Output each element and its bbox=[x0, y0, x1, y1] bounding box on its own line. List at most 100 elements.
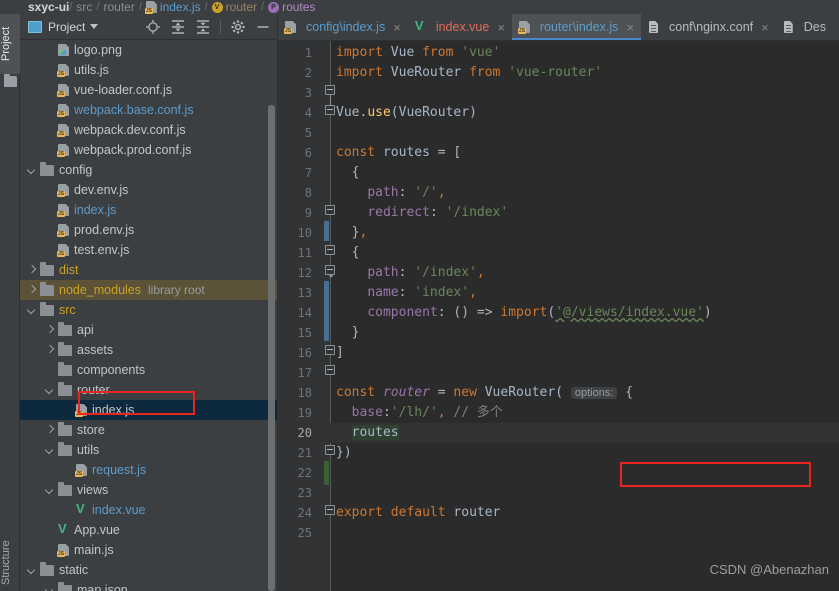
close-icon[interactable]: × bbox=[761, 21, 769, 34]
code-line[interactable]: 14 component: () => import('@/views/inde… bbox=[278, 303, 839, 323]
tree-item-request-js[interactable]: request.js bbox=[20, 460, 278, 480]
tree-item-assets[interactable]: assets bbox=[20, 340, 278, 360]
hide-panel-icon[interactable] bbox=[255, 19, 271, 35]
project-tree-scrollbar[interactable] bbox=[268, 105, 275, 591]
editor-tab-conf-nginx-conf[interactable]: conf\nginx.conf× bbox=[641, 14, 776, 40]
tree-item-views[interactable]: views bbox=[20, 480, 278, 500]
chevron-down-icon[interactable] bbox=[26, 564, 38, 576]
chevron-right-icon[interactable] bbox=[26, 284, 38, 296]
code-line[interactable]: 25 bbox=[278, 523, 839, 543]
fold-marker[interactable] bbox=[325, 365, 336, 376]
fold-marker[interactable] bbox=[325, 205, 336, 216]
chevron-right-icon[interactable] bbox=[44, 424, 56, 436]
tree-item-static[interactable]: static bbox=[20, 560, 278, 580]
fold-marker[interactable] bbox=[325, 245, 336, 256]
tree-item-store[interactable]: store bbox=[20, 420, 278, 440]
chevron-down-icon[interactable] bbox=[44, 384, 56, 396]
code-line[interactable]: 22 bbox=[278, 463, 839, 483]
breadcrumb-item-router[interactable]: router bbox=[103, 0, 134, 14]
fold-marker[interactable] bbox=[325, 265, 336, 276]
collapse-all-icon[interactable] bbox=[195, 19, 211, 35]
editor-tab-router-index-js[interactable]: router\index.js× bbox=[512, 14, 641, 40]
toolwindow-button-structure[interactable]: Structure bbox=[0, 534, 20, 591]
change-marker[interactable] bbox=[324, 281, 329, 341]
tree-item-src[interactable]: src bbox=[20, 300, 278, 320]
code-line[interactable]: 6const routes = [ bbox=[278, 143, 839, 163]
change-marker-added[interactable] bbox=[324, 481, 329, 485]
editor-tab-bar[interactable]: config\index.js×index.vue×router\index.j… bbox=[278, 14, 839, 41]
fold-marker[interactable] bbox=[325, 85, 336, 96]
code-line[interactable]: 20 routes bbox=[278, 423, 839, 443]
tree-item-components[interactable]: components bbox=[20, 360, 278, 380]
tree-item-dist[interactable]: dist bbox=[20, 260, 278, 280]
tree-item-webpack-dev-conf-js[interactable]: webpack.dev.conf.js bbox=[20, 120, 278, 140]
breadcrumb-item-src[interactable]: src bbox=[76, 0, 92, 14]
code-line[interactable]: 9 redirect: '/index' bbox=[278, 203, 839, 223]
tree-item-main-js[interactable]: main.js bbox=[20, 540, 278, 560]
chevron-down-icon[interactable] bbox=[44, 484, 56, 496]
close-icon[interactable]: × bbox=[626, 21, 634, 34]
chevron-right-icon[interactable] bbox=[44, 324, 56, 336]
breadcrumb-item-indexjs[interactable]: index.js bbox=[146, 0, 201, 14]
chevron-down-icon[interactable] bbox=[44, 584, 56, 591]
chevron-down-icon[interactable] bbox=[26, 304, 38, 316]
tree-item-router[interactable]: router bbox=[20, 380, 278, 400]
code-line[interactable]: 16] bbox=[278, 343, 839, 363]
code-line[interactable]: 23 bbox=[278, 483, 839, 503]
code-line[interactable]: 3 bbox=[278, 83, 839, 103]
chevron-down-icon[interactable] bbox=[44, 444, 56, 456]
code-line[interactable]: 7 { bbox=[278, 163, 839, 183]
code-editor[interactable]: 1import Vue from 'vue'2import VueRouter … bbox=[278, 41, 839, 591]
close-icon[interactable]: × bbox=[393, 21, 401, 34]
code-line[interactable]: 2import VueRouter from 'vue-router' bbox=[278, 63, 839, 83]
project-tree[interactable]: logo.pngutils.jsvue-loader.conf.jswebpac… bbox=[20, 40, 278, 591]
code-line[interactable]: 17 bbox=[278, 363, 839, 383]
tree-item-dev-env-js[interactable]: dev.env.js bbox=[20, 180, 278, 200]
tree-item-utils[interactable]: utils bbox=[20, 440, 278, 460]
code-line[interactable]: 8 path: '/', bbox=[278, 183, 839, 203]
expand-all-icon[interactable] bbox=[170, 19, 186, 35]
breadcrumb-item-router-var[interactable]: router bbox=[212, 0, 257, 14]
code-line[interactable]: 21}) bbox=[278, 443, 839, 463]
tree-item-logo-png[interactable]: logo.png bbox=[20, 40, 278, 60]
editor-tab-index-vue[interactable]: index.vue× bbox=[408, 14, 512, 40]
fold-marker[interactable] bbox=[325, 345, 336, 356]
tree-item-index-vue[interactable]: index.vue bbox=[20, 500, 278, 520]
tree-item-prod-env-js[interactable]: prod.env.js bbox=[20, 220, 278, 240]
close-icon[interactable]: × bbox=[497, 21, 505, 34]
chevron-right-icon[interactable] bbox=[44, 344, 56, 356]
change-marker[interactable] bbox=[324, 221, 329, 241]
code-line[interactable]: 11 { bbox=[278, 243, 839, 263]
change-marker-added[interactable] bbox=[324, 461, 329, 481]
tree-item-webpack-prod-conf-js[interactable]: webpack.prod.conf.js bbox=[20, 140, 278, 160]
code-line[interactable]: 24export default router bbox=[278, 503, 839, 523]
fold-marker[interactable] bbox=[325, 105, 336, 116]
code-line[interactable]: 19 base:'/lh/', // 多个 bbox=[278, 403, 839, 423]
code-line[interactable]: 4Vue.use(VueRouter) bbox=[278, 103, 839, 123]
editor-tab-config-index-js[interactable]: config\index.js× bbox=[278, 14, 408, 40]
tree-item-vue-loader-conf-js[interactable]: vue-loader.conf.js bbox=[20, 80, 278, 100]
code-line[interactable]: 13 name: 'index', bbox=[278, 283, 839, 303]
tree-item-node-modules[interactable]: node_moduleslibrary root bbox=[20, 280, 278, 300]
tree-item-index-js[interactable]: index.js bbox=[20, 400, 278, 420]
chevron-down-icon[interactable] bbox=[26, 164, 38, 176]
fold-marker[interactable] bbox=[325, 445, 336, 456]
locate-file-icon[interactable] bbox=[145, 19, 161, 35]
code-line[interactable]: 12 path: '/index', bbox=[278, 263, 839, 283]
tree-item-test-env-js[interactable]: test.env.js bbox=[20, 240, 278, 260]
tree-item-config[interactable]: config bbox=[20, 160, 278, 180]
chevron-right-icon[interactable] bbox=[26, 264, 38, 276]
code-line[interactable]: 18const router = new VueRouter( options:… bbox=[278, 383, 839, 403]
tree-item-api[interactable]: api bbox=[20, 320, 278, 340]
code-line[interactable]: 15 } bbox=[278, 323, 839, 343]
fold-marker[interactable] bbox=[325, 505, 336, 516]
code-lines[interactable]: 1import Vue from 'vue'2import VueRouter … bbox=[278, 41, 839, 591]
editor-tab-des[interactable]: Des bbox=[776, 14, 833, 40]
tree-item-webpack-base-conf-js[interactable]: webpack.base.conf.js bbox=[20, 100, 278, 120]
code-line[interactable]: 1import Vue from 'vue' bbox=[278, 43, 839, 63]
tree-item-index-js[interactable]: index.js bbox=[20, 200, 278, 220]
chevron-down-icon[interactable] bbox=[90, 24, 98, 29]
breadcrumb-item-routes[interactable]: routes bbox=[268, 0, 315, 14]
tree-item-map-json[interactable]: map.json bbox=[20, 580, 278, 591]
tree-item-app-vue[interactable]: App.vue bbox=[20, 520, 278, 540]
